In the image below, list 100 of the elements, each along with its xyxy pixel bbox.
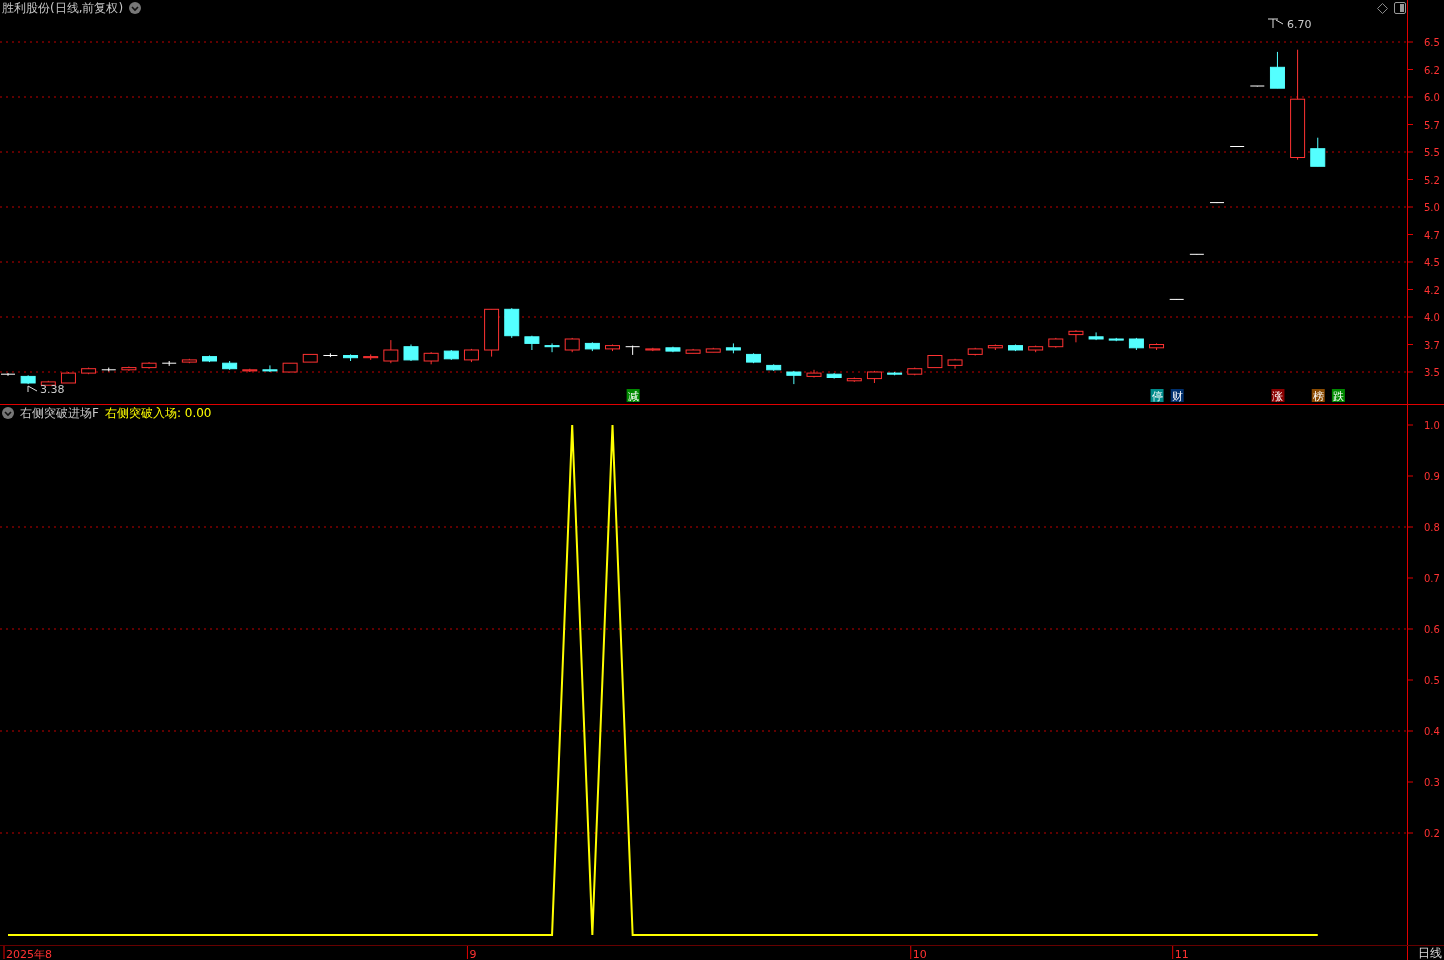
event-badge[interactable]: 财: [1170, 389, 1184, 403]
event-badge[interactable]: 榜: [1311, 389, 1325, 403]
candlestick: [141, 361, 157, 370]
candlestick: [826, 372, 842, 380]
event-badge[interactable]: 减: [626, 389, 640, 403]
date-label: 11: [1174, 947, 1189, 960]
indicator-name: 右侧突破进场F: [20, 404, 99, 421]
axis-label: 0.4: [1424, 725, 1440, 737]
candlestick: [866, 370, 882, 384]
candlestick: [1169, 298, 1185, 301]
axis-label: 6.0: [1424, 92, 1440, 103]
axis-label: 6.5: [1424, 37, 1440, 48]
candlestick: [101, 367, 117, 372]
candlestick: [1068, 329, 1084, 343]
high-price-label: 6.70: [1287, 18, 1312, 31]
candlestick: [1249, 85, 1265, 87]
date-label: 9: [469, 947, 477, 960]
axis-label: 5.0: [1424, 202, 1440, 213]
candlestick: [584, 341, 600, 352]
candlestick: [605, 344, 620, 352]
candlestick: [1149, 342, 1165, 351]
axis-label: 4.7: [1424, 229, 1440, 241]
axis-label: 6.2: [1424, 64, 1440, 76]
candlestick: [262, 364, 278, 373]
candlestick: [0, 372, 16, 377]
candlestick: [443, 349, 459, 361]
axis-label: 1.0: [1424, 419, 1440, 431]
date-label: 2025年8: [6, 947, 52, 960]
axis-label: 5.5: [1424, 147, 1440, 158]
period-label[interactable]: 日线: [1418, 945, 1442, 960]
candlestick: [1048, 337, 1064, 349]
candlestick: [1008, 344, 1023, 352]
candlestick: [746, 352, 762, 364]
dropdown-icon[interactable]: [2, 406, 14, 419]
candlestick: [20, 374, 36, 385]
candlestick: [1269, 51, 1285, 89]
candlestick: [403, 344, 419, 362]
axis-label: 4.2: [1424, 284, 1440, 296]
candlestick: [302, 353, 318, 363]
low-price-label: 3.38: [40, 383, 65, 396]
candlestick: [1108, 337, 1124, 342]
dropdown-icon[interactable]: [129, 2, 142, 14]
panel-icon[interactable]: [1394, 2, 1406, 14]
candlestick: [1028, 345, 1044, 353]
candlestick: [383, 339, 399, 364]
candlestick: [121, 366, 137, 372]
date-label: 10: [912, 947, 927, 960]
candlestick: [665, 346, 681, 353]
candlestick: [60, 371, 76, 384]
axis-label: 4.0: [1424, 312, 1440, 323]
axis-label: 5.7: [1424, 119, 1440, 131]
candlestick: [1088, 331, 1104, 341]
candlestick: [161, 360, 177, 367]
axis-label: 0.6: [1424, 623, 1440, 635]
candlestick: [927, 355, 943, 369]
candlestick: [463, 348, 479, 363]
candlestick: [887, 371, 903, 376]
candlestick: [947, 358, 963, 370]
candlestick: [484, 308, 500, 358]
arrow-icon: [27, 385, 38, 393]
candlestick: [504, 307, 520, 339]
candlestick: [685, 348, 701, 354]
axis-label: 0.2: [1424, 827, 1440, 839]
axis-label: 0.9: [1424, 470, 1440, 482]
candlestick: [1310, 137, 1326, 167]
candlestick: [987, 344, 1003, 351]
candlestick: [645, 347, 661, 352]
axis-label: 0.8: [1424, 521, 1440, 533]
event-badge[interactable]: 跌: [1331, 389, 1345, 403]
candlestick: [1128, 337, 1144, 351]
candlestick: [242, 368, 258, 373]
candlestick: [181, 358, 197, 364]
event-badge[interactable]: 停: [1150, 389, 1164, 403]
candlestick: [967, 347, 983, 356]
candlestick: [806, 369, 822, 378]
axis-label: 0.7: [1424, 572, 1440, 584]
indicator-reading: 右侧突破入场: 0.00: [104, 404, 212, 421]
candlestick: [40, 380, 56, 386]
candlestick: [625, 345, 641, 356]
axis-label: 3.7: [1424, 339, 1440, 351]
candlestick: [282, 362, 298, 373]
chart-title: 胜利股份(日线,前复权): [2, 0, 124, 16]
candlestick: [766, 363, 782, 372]
diamond-icon[interactable]: [1377, 2, 1388, 14]
axis-label: 0.3: [1424, 776, 1440, 788]
event-badge[interactable]: 涨: [1271, 389, 1285, 403]
candlestick: [907, 367, 923, 376]
axis-label: 3.5: [1424, 367, 1440, 378]
candlestick: [1189, 253, 1205, 256]
axis-label: 0.5: [1424, 674, 1440, 686]
candlestick: [202, 355, 217, 363]
candlestick: [705, 347, 721, 353]
axis-label: 4.5: [1424, 257, 1440, 268]
axis-label: 5.2: [1424, 174, 1440, 186]
candlestick: [564, 337, 580, 353]
candlestick: [222, 360, 238, 371]
candlestick: [846, 377, 862, 383]
candlestick: [423, 351, 439, 365]
candlestick: [322, 352, 338, 358]
candlestick: [1209, 202, 1225, 204]
